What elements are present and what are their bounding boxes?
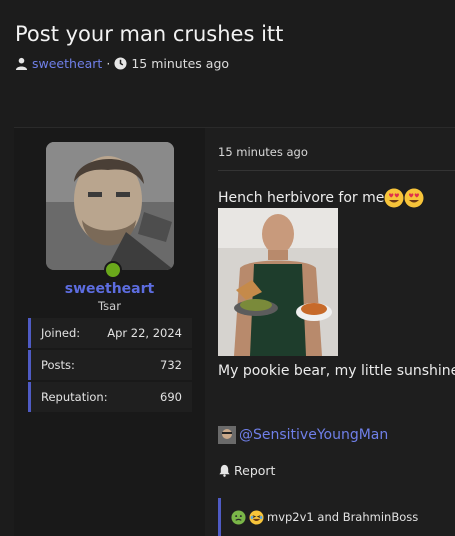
report-label: Report (234, 463, 276, 478)
stat-value: Apr 22, 2024 (107, 326, 182, 340)
stat-value: 690 (160, 390, 182, 404)
thread-meta: sweetheart · 15 minutes ago (15, 56, 229, 71)
bell-icon (219, 464, 230, 477)
user-title: Tsar (98, 299, 121, 313)
stat-reputation: Reputation: 690 (28, 382, 192, 412)
post: sweetheart Tsar Joined: Apr 22, 2024 Pos… (14, 127, 455, 536)
nauseated-emoji (231, 509, 246, 525)
meta-separator: · (106, 56, 111, 71)
post-content: 15 minutes ago Hench herbivore for me My… (205, 128, 455, 536)
post-text-line: Hench herbivore for me (218, 188, 424, 208)
avatar-image (46, 142, 174, 270)
laughing-emoji (249, 509, 264, 525)
thread-time[interactable]: 15 minutes ago (131, 56, 229, 71)
stat-label: Joined: (41, 326, 81, 340)
reactions-text: mvp2v1 and BrahminBoss (267, 510, 419, 524)
online-indicator (104, 261, 122, 279)
thread-title: Post your man crushes itt (15, 22, 284, 46)
mention-avatar (218, 426, 236, 444)
post-text: My pookie bear, my little sunshine (218, 363, 455, 379)
post-image[interactable] (218, 208, 338, 356)
stat-value: 732 (160, 358, 182, 372)
heart-eyes-emoji (404, 188, 424, 208)
stat-posts: Posts: 732 (28, 350, 192, 380)
post-photo (218, 208, 338, 356)
stat-label: Posts: (41, 358, 75, 372)
reactions-bar[interactable]: mvp2v1 and BrahminBoss (218, 498, 455, 536)
clock-icon (114, 57, 127, 70)
report-button[interactable]: Report (218, 463, 275, 478)
thread-author-link[interactable]: sweetheart (32, 56, 102, 71)
user-icon (15, 57, 28, 70)
stat-joined: Joined: Apr 22, 2024 (28, 318, 192, 348)
avatar[interactable] (46, 142, 174, 270)
divider (218, 170, 455, 171)
post-text: Hench herbivore for me (218, 190, 385, 206)
heart-eyes-emoji (384, 188, 404, 208)
post-time[interactable]: 15 minutes ago (218, 145, 308, 159)
mention[interactable]: @SensitiveYoungMan (218, 426, 388, 444)
username-link[interactable]: sweetheart (14, 281, 205, 297)
mention-link[interactable]: @SensitiveYoungMan (239, 427, 388, 443)
user-sidebar: sweetheart Tsar Joined: Apr 22, 2024 Pos… (14, 128, 205, 536)
stat-label: Reputation: (41, 390, 108, 404)
